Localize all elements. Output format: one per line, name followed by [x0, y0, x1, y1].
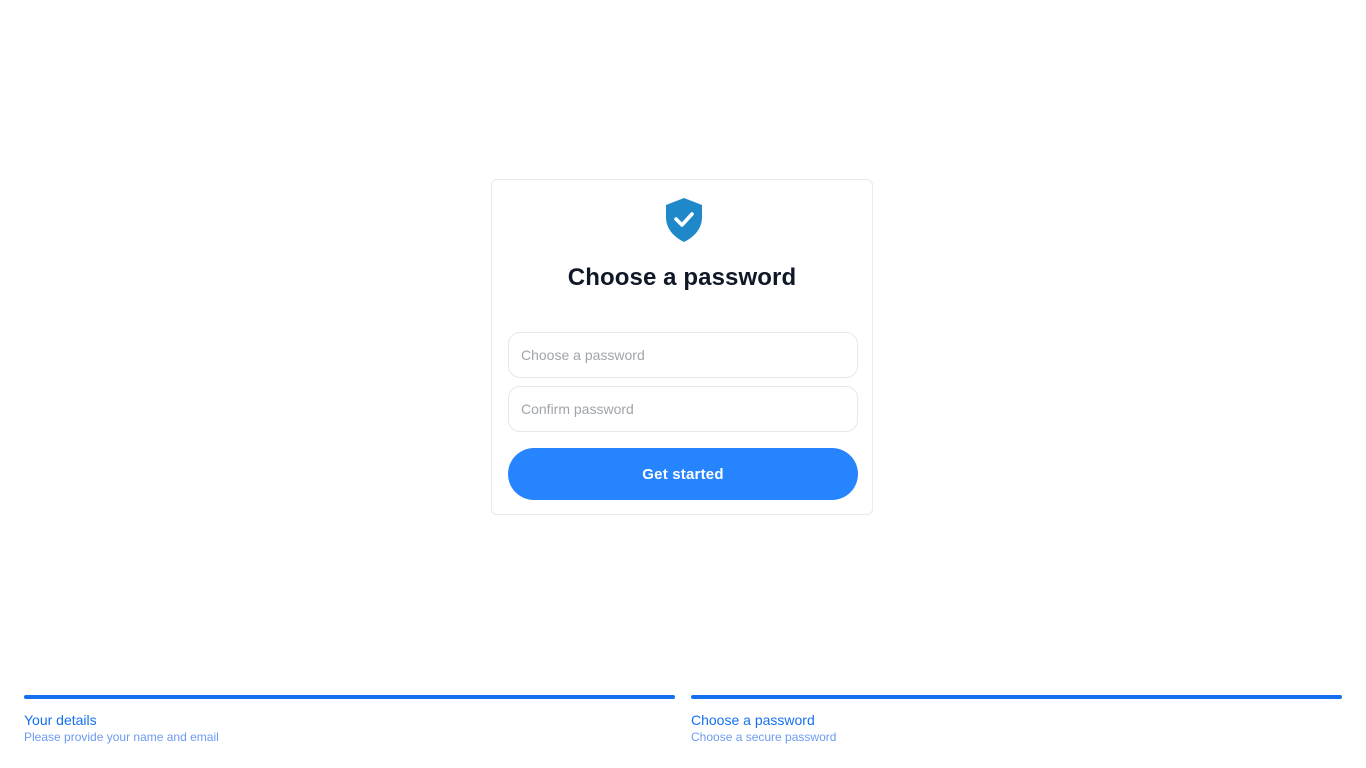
progress-steps: Your details Please provide your name an… — [24, 695, 1342, 755]
password-card: Choose a password Get started — [491, 179, 873, 515]
page-title: Choose a password — [567, 264, 797, 291]
step-description: Please provide your name and email — [24, 730, 219, 744]
confirm-password-input[interactable] — [508, 386, 858, 432]
shield-check-icon — [666, 198, 702, 242]
step-description: Choose a secure password — [691, 730, 837, 744]
step-progress-bar — [691, 695, 1342, 699]
step-your-details: Your details Please provide your name an… — [24, 695, 675, 745]
step-choose-password: Choose a password Choose a secure passwo… — [691, 695, 1342, 745]
step-progress-bar — [24, 695, 675, 699]
step-label: Your details — [24, 712, 97, 728]
step-label: Choose a password — [691, 712, 815, 728]
password-input[interactable] — [508, 332, 858, 378]
get-started-button[interactable]: Get started — [508, 448, 858, 500]
